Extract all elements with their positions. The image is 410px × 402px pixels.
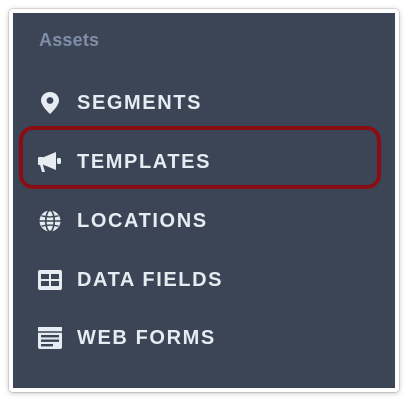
sidebar-item-templates[interactable]: TEMPLATES bbox=[37, 142, 367, 182]
megaphone-icon bbox=[37, 149, 63, 175]
sidebar-item-label: SEGMENTS bbox=[77, 91, 203, 114]
screenshot-frame: Assets SEGMENTS TEMPLATES LOCATIONS DATA… bbox=[9, 9, 399, 392]
form-icon bbox=[37, 325, 63, 351]
table-icon bbox=[37, 267, 63, 293]
sidebar: Assets SEGMENTS TEMPLATES LOCATIONS DATA… bbox=[13, 13, 395, 388]
sidebar-item-label: DATA FIELDS bbox=[77, 268, 224, 291]
map-pin-icon bbox=[37, 90, 63, 116]
sidebar-item-locations[interactable]: LOCATIONS bbox=[37, 201, 367, 241]
sidebar-item-label: TEMPLATES bbox=[77, 150, 212, 173]
sidebar-item-label: WEB FORMS bbox=[77, 326, 216, 349]
sidebar-item-data-fields[interactable]: DATA FIELDS bbox=[37, 260, 367, 300]
sidebar-item-label: LOCATIONS bbox=[77, 209, 208, 232]
section-title-assets: Assets bbox=[39, 30, 100, 50]
globe-icon bbox=[37, 208, 63, 234]
sidebar-item-segments[interactable]: SEGMENTS bbox=[37, 83, 367, 123]
sidebar-item-web-forms[interactable]: WEB FORMS bbox=[37, 318, 367, 358]
